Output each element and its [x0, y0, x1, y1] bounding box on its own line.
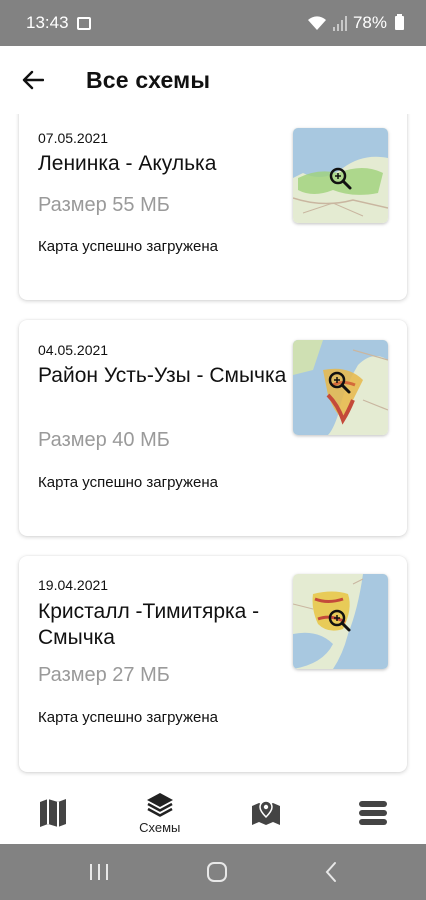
home-icon[interactable]: [206, 861, 228, 883]
scheme-thumbnail[interactable]: [293, 574, 388, 669]
battery-icon: [395, 14, 404, 30]
status-right: 78%: [307, 13, 404, 33]
scheme-list[interactable]: 07.05.2021 Ленинка - Акулька Размер 55 М…: [0, 114, 426, 782]
status-time: 13:43: [26, 13, 69, 32]
scheme-status: Карта успешно загружена: [38, 474, 218, 491]
scheme-date: 07.05.2021: [38, 130, 109, 146]
map-icon: [40, 799, 67, 827]
map-preview: [293, 128, 388, 223]
map-preview: [293, 574, 388, 669]
scheme-status: Карта успешно загружена: [38, 709, 218, 726]
map-preview: [293, 340, 388, 435]
page-title: Все схемы: [86, 66, 211, 93]
back-button[interactable]: [0, 46, 66, 114]
system-navigation-bar: [0, 844, 426, 900]
bottom-navigation: Схемы: [0, 782, 426, 844]
nav-label-schemes: Схемы: [139, 820, 181, 835]
scheme-name: Район Усть-Узы - Смычка: [38, 364, 287, 387]
recent-apps-icon[interactable]: [88, 862, 110, 882]
scheme-date: 19.04.2021: [38, 577, 109, 593]
nav-item-map[interactable]: [0, 782, 107, 844]
scheme-size: Размер 40 МБ: [38, 429, 170, 451]
app-bar: Все схемы: [0, 46, 426, 114]
back-nav-icon[interactable]: [324, 861, 338, 883]
scheme-name: Ленинка - Акулька: [38, 152, 217, 175]
nav-item-schemes[interactable]: Схемы: [107, 782, 214, 844]
arrow-left-icon: [22, 70, 44, 90]
image-notification-icon: [76, 16, 91, 30]
scheme-name: Кристалл -Тимитярка - Смычка: [38, 600, 260, 649]
scheme-card[interactable]: 19.04.2021 Кристалл -Тимитярка - Смычка …: [19, 556, 407, 772]
scheme-size: Размер 27 МБ: [38, 664, 170, 686]
scheme-size: Размер 55 МБ: [38, 194, 170, 216]
scheme-card[interactable]: 04.05.2021 Район Усть-Узы - Смычка Разме…: [19, 320, 407, 536]
layers-icon: [146, 793, 173, 817]
signal-icon: [332, 16, 347, 31]
wifi-icon: [307, 16, 326, 30]
scheme-thumbnail[interactable]: [293, 340, 388, 435]
scheme-status: Карта успешно загружена: [38, 238, 218, 255]
status-bar: 13:43 78%: [0, 0, 426, 46]
scheme-card[interactable]: 07.05.2021 Ленинка - Акулька Размер 55 М…: [19, 114, 407, 300]
battery-percent: 78%: [352, 13, 387, 32]
scheme-date: 04.05.2021: [38, 342, 109, 358]
nav-item-menu[interactable]: [320, 782, 426, 844]
menu-icon: [358, 801, 387, 825]
scheme-thumbnail[interactable]: [293, 128, 388, 223]
map-pin-icon: [252, 800, 281, 825]
nav-item-places[interactable]: [213, 782, 320, 844]
